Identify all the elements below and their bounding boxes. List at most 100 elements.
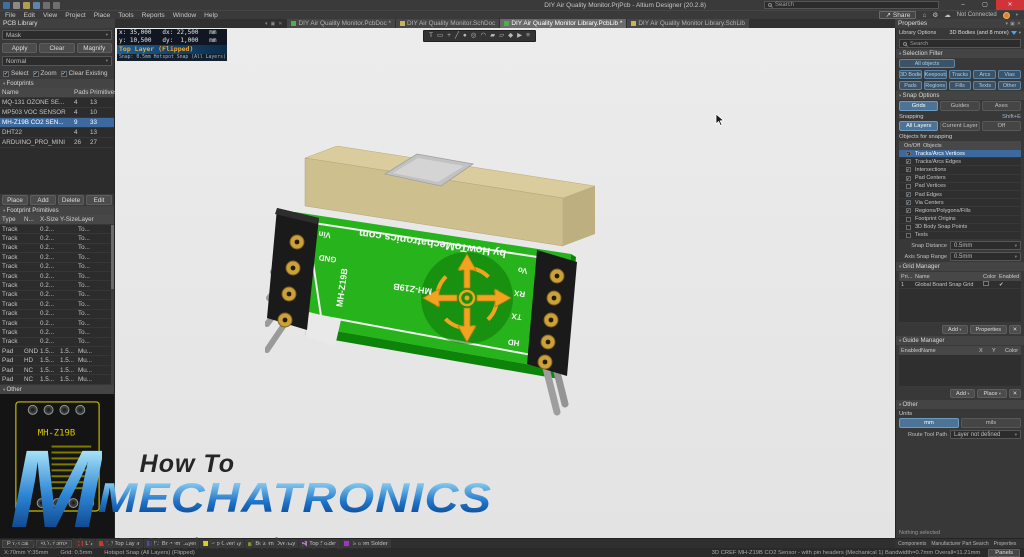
text-tool-icon[interactable]: T [429, 31, 433, 41]
menu-item[interactable]: File [5, 12, 16, 19]
primitive-row[interactable]: Track 0.2... To... [0, 253, 114, 262]
library-action-button[interactable]: Apply [2, 43, 37, 53]
layer-tab[interactable]: Bottom Overlay [245, 539, 298, 548]
chevron-down-icon[interactable]: ▾ [1016, 12, 1018, 18]
snap-layer-button[interactable]: Off [982, 121, 1021, 131]
snap-object-row[interactable]: Footprint Origins [899, 216, 1021, 224]
selection-filter-button[interactable]: Texts [973, 81, 996, 90]
grid-manager-header[interactable]: Grid Manager [896, 262, 1024, 271]
DHT22[interactable]: DHT22 4 13 [0, 128, 114, 138]
menu-item[interactable]: Project [65, 12, 86, 19]
mask-dropdown[interactable]: Mask [2, 30, 112, 40]
grid-add-button[interactable]: Add [942, 325, 967, 334]
minimize-button[interactable]: – [952, 0, 974, 10]
snap-object-row[interactable]: ✔ Tracks/Arcs Vertices [899, 150, 1021, 158]
library-action-button[interactable]: Magnify [77, 43, 112, 53]
primitive-row[interactable]: Track 0.2... To... [0, 281, 114, 290]
primitive-row[interactable]: Track 0.2... To... [0, 234, 114, 243]
menu-item[interactable]: Place [94, 12, 111, 19]
track-icon[interactable]: ╱ [455, 31, 459, 41]
view-config-dropdown[interactable]: Physical [2, 540, 34, 548]
share-button[interactable]: ↗ Share [879, 11, 916, 19]
mask-mode-dropdown[interactable]: Normal [2, 56, 112, 66]
view-config-dropdown[interactable]: <Custom> [36, 540, 73, 548]
document-tab[interactable]: DIY Air Quality Monitor Library.PcbLib * [500, 19, 626, 28]
primitive-row[interactable]: Track 0.2... To... [0, 263, 114, 272]
units-toggle-button[interactable]: mm [899, 418, 959, 428]
snap-mode-button[interactable]: Axes [982, 101, 1021, 111]
selection-filter-button[interactable]: Regions [924, 81, 947, 90]
layer-tab[interactable]: LS [75, 539, 95, 548]
menu-item[interactable]: Window [173, 12, 196, 19]
panels-button[interactable]: Panels [988, 549, 1020, 557]
menu-item[interactable]: Edit [24, 12, 35, 19]
primitive-row[interactable]: Track 0.2... To... [0, 244, 114, 253]
primitive-row[interactable]: Track 0.2... To... [0, 338, 114, 347]
MQ-131 OZONE SE...[interactable]: MQ-131 OZONE SE... 4 13 [0, 98, 114, 108]
menu-item[interactable]: Reports [142, 12, 165, 19]
HD[interactable]: Pad HD 1.5... 1.5... Mu... [0, 356, 114, 365]
snap-object-row[interactable]: ✔ Tracks/Arcs Edges [899, 158, 1021, 166]
document-tab[interactable]: DIY Air Quality Monitor.SchDoc [396, 19, 499, 28]
document-tab[interactable]: DIY Air Quality Monitor Library.SchLib [627, 19, 749, 28]
guide-delete-button[interactable]: ✕ [1009, 389, 1021, 398]
open-icon[interactable] [23, 2, 30, 9]
search-input[interactable]: Search [764, 1, 939, 9]
NC[interactable]: Pad NC 1.5... 1.5... Mu... [0, 366, 114, 375]
fill-icon[interactable]: ▰ [490, 31, 495, 41]
grid-properties-button[interactable]: Properties [970, 325, 1008, 334]
ARDUINO_PRO_MINI[interactable]: ARDUINO_PRO_MINI 26 27 [0, 138, 114, 148]
snap-options-header[interactable]: Snap Options [896, 91, 1024, 100]
units-toggle-button[interactable]: mils [961, 418, 1021, 428]
dock-panel-tab[interactable]: Properties [994, 541, 1017, 547]
tab-scroll-icon[interactable]: ▾ [265, 21, 268, 27]
grid-delete-button[interactable]: ✕ [1009, 325, 1021, 334]
footprint-action-button[interactable]: Add [30, 195, 56, 205]
avatar[interactable] [1003, 12, 1010, 19]
play-icon[interactable]: ▶ [517, 31, 522, 41]
gear-icon[interactable]: ⚙ [932, 11, 938, 19]
snap-object-row[interactable]: ✔ Regions/Polygons/Fills [899, 207, 1021, 215]
primitive-row[interactable]: Track 0.2... To... [0, 300, 114, 309]
footprint-action-button[interactable]: Delete [58, 195, 84, 205]
polygon-icon[interactable]: ▱ [499, 31, 504, 41]
document-tab[interactable]: DIY Air Quality Monitor.PcbDoc * [287, 19, 395, 28]
snap-object-row[interactable]: Texts [899, 232, 1021, 240]
pad-icon[interactable]: ● [463, 31, 467, 41]
snap-object-row[interactable]: ✔ Pad Centers [899, 175, 1021, 183]
primitive-row[interactable]: Track 0.2... To... [0, 225, 114, 234]
redo-icon[interactable] [53, 2, 60, 9]
selection-filter-header[interactable]: Selection Filter [896, 49, 1024, 58]
selection-filter-button[interactable]: 3D Bodies [899, 70, 922, 79]
footprint-preview[interactable]: MH-Z19B [0, 394, 114, 538]
arc-icon[interactable]: ◠ [480, 31, 486, 41]
library-action-button[interactable]: Clear [39, 43, 74, 53]
via-icon[interactable]: ◎ [471, 31, 477, 41]
snap-object-row[interactable]: ✔ Via Centers [899, 199, 1021, 207]
snap-mode-button[interactable]: Grids [899, 101, 938, 111]
menu-item[interactable]: Help [204, 12, 218, 19]
route-tool-path-dropdown[interactable]: Layer not defined [950, 430, 1021, 439]
selection-filter-button[interactable]: Tracks [949, 70, 972, 79]
other-section-header[interactable]: Other [0, 385, 114, 394]
library-checkbox[interactable]: ✔ Clear Existing [61, 70, 108, 77]
footprint-action-button[interactable]: Edit [86, 195, 112, 205]
layer-tab[interactable]: [2] Bottom Layer [144, 539, 200, 548]
connection-status[interactable]: Not Connected [957, 12, 997, 18]
primitive-row[interactable]: Track 0.2... To... [0, 310, 114, 319]
layer-tab[interactable]: Top Solder [299, 539, 340, 548]
pcb-3d-viewport[interactable]: x: 35,000 dx: 22,500 mm y: 10,500 dy: 1,… [115, 28, 895, 538]
layer-tab[interactable]: Bottom Solder [341, 539, 391, 548]
snap-distance-dropdown[interactable]: 0.5mm [950, 241, 1021, 250]
snap-object-row[interactable]: 3D Body Snap Points [899, 224, 1021, 232]
undo-icon[interactable] [43, 2, 50, 9]
selection-filter-button[interactable]: Arcs [973, 70, 996, 79]
other-section-header[interactable]: Other [896, 400, 1024, 409]
snap-object-row[interactable]: Pad Vertices [899, 183, 1021, 191]
primitive-row[interactable]: Track 0.2... To... [0, 328, 114, 337]
close-icon[interactable]: ✕ [1017, 21, 1021, 27]
close-icon[interactable]: ✕ [278, 21, 282, 27]
filter-funnel-icon[interactable] [1011, 31, 1017, 35]
snap-object-row[interactable]: ✔ Intersections [899, 166, 1021, 174]
footprint-action-button[interactable]: Place [2, 195, 28, 205]
